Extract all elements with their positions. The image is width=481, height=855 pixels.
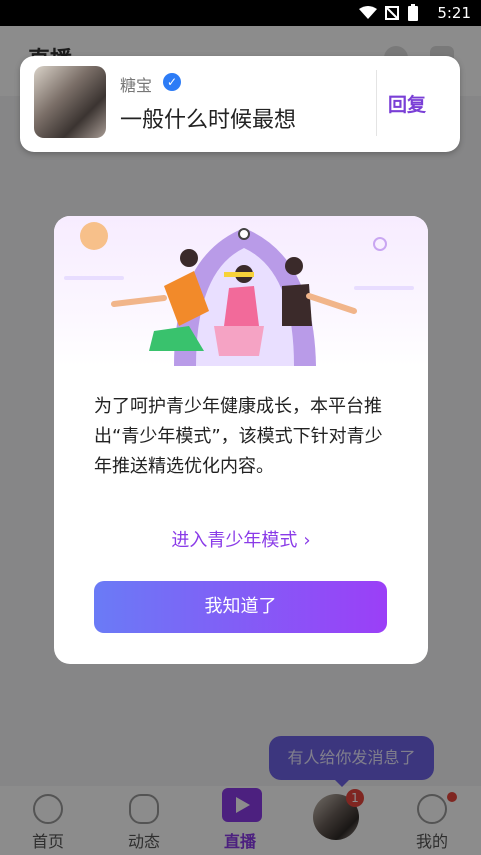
status-time: 5:21 (437, 4, 471, 22)
got-it-button[interactable]: 我知道了 (94, 581, 387, 633)
chevron-right-icon: › (303, 530, 311, 551)
divider (376, 70, 377, 136)
running-people-illustration (64, 222, 414, 366)
link-label: 进入青少年模式 (171, 530, 298, 551)
dialog-body-text: 为了呵护青少年健康成长，本平台推出“青少年模式”，该模式下针对青少年推送精选优化… (94, 396, 383, 477)
sender-avatar (34, 66, 106, 138)
message-preview: 一般什么时候最想 (120, 108, 297, 133)
reply-button[interactable]: 回复 (388, 90, 426, 117)
verified-icon: ✓ (163, 73, 181, 91)
sender-name: 糖宝 (120, 76, 153, 95)
teen-mode-dialog: 为了呵护青少年健康成长，本平台推出“青少年模式”，该模式下针对青少年推送精选优化… (54, 216, 428, 664)
battery-icon (408, 4, 418, 21)
status-icons (359, 4, 419, 22)
dialog-illustration (54, 216, 428, 366)
wifi-icon (359, 6, 377, 19)
status-bar: 5:21 (0, 0, 481, 26)
enter-teen-mode-link[interactable]: 进入青少年模式 › (54, 526, 428, 552)
message-notification[interactable]: 糖宝 ✓ 一般什么时候最想 回复 (20, 56, 460, 152)
no-signal-icon (385, 6, 399, 20)
